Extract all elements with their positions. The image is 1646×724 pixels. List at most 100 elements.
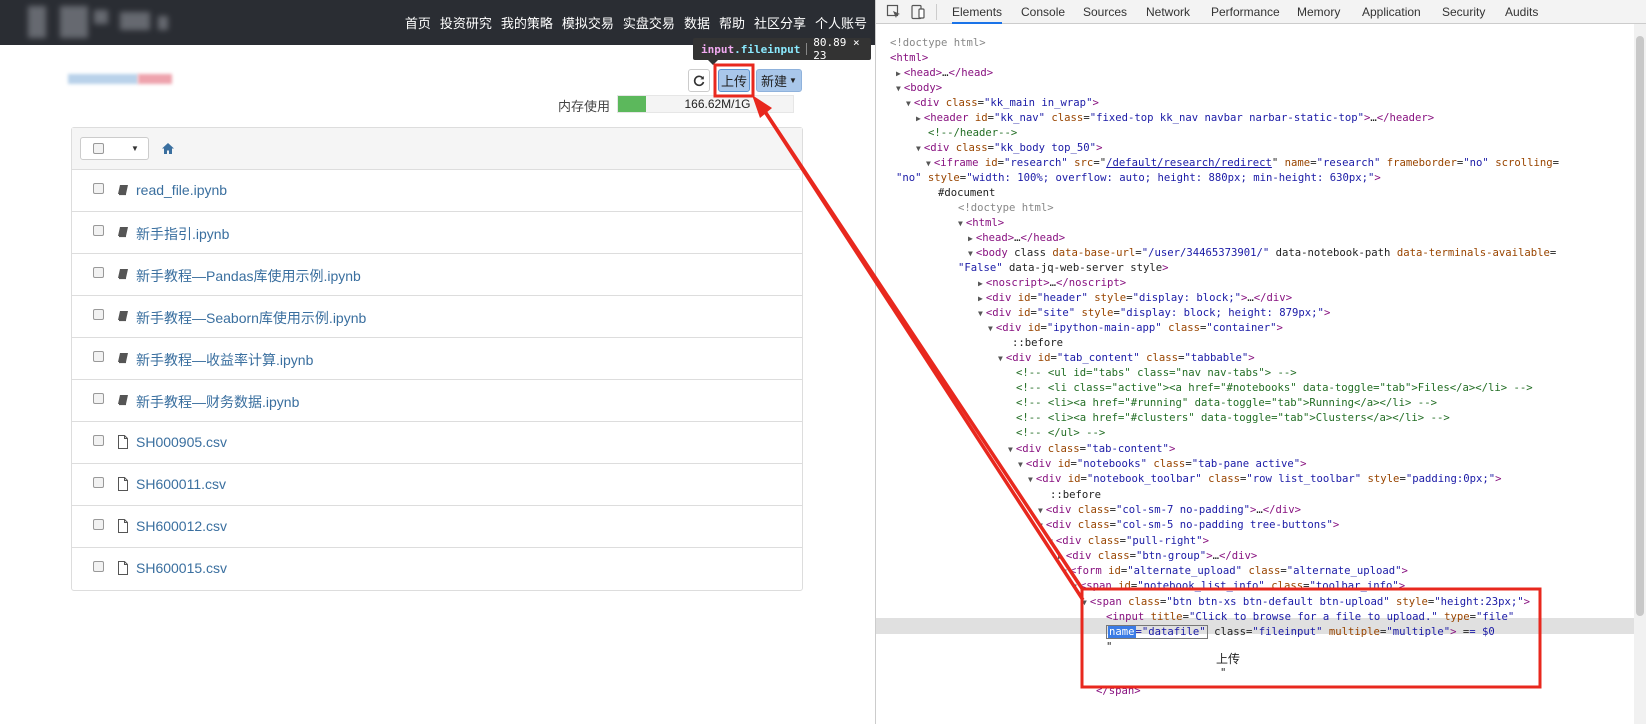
dom-node-line[interactable]: <input title="Click to browse for a file…	[1106, 610, 1514, 625]
scrollbar-thumb[interactable]	[1636, 36, 1644, 616]
dom-node-line[interactable]: <!-- <li><a href="#clusters" data-toggle…	[1016, 411, 1450, 426]
nav-link-account[interactable]: 个人账号	[815, 13, 867, 32]
dom-node-line[interactable]: ▼ <body class data-base-url="/user/344653…	[968, 246, 1556, 261]
dom-node-line[interactable]: ▼ <span id="notebook_list_info" class="to…	[1072, 579, 1405, 594]
file-name-link[interactable]: 新手教程—财务数据.ipynb	[136, 392, 299, 412]
dom-node-line[interactable]: ▼ <div class="col-sm-7 no-padding">…</div…	[1038, 503, 1301, 518]
dom-node-line[interactable]: ▶ <head>…</head>	[968, 231, 1065, 246]
file-name-link[interactable]: 新手教程—收益率计算.ipynb	[136, 350, 313, 370]
dom-node-line[interactable]: "False" data-jq-web-server style>	[958, 261, 1169, 276]
file-name-link[interactable]: 新手指引.ipynb	[136, 224, 229, 244]
expand-down-icon[interactable]: ▼	[1048, 537, 1053, 546]
home-icon[interactable]	[161, 142, 175, 155]
tab-audits[interactable]: Audits	[1505, 0, 1538, 24]
inspect-element-icon[interactable]	[886, 4, 902, 20]
nav-link-research[interactable]: 投资研究	[440, 13, 492, 32]
tab-elements[interactable]: Elements	[952, 0, 1003, 24]
file-name-link[interactable]: SH600012.csv	[136, 518, 227, 534]
nav-link-community[interactable]: 社区分享	[754, 13, 806, 32]
expand-down-icon[interactable]: ▼	[1082, 598, 1087, 607]
dom-node-line[interactable]: <!-- <ul id="tabs" class="nav nav-tabs">…	[1016, 366, 1297, 381]
row-checkbox[interactable]	[93, 477, 104, 488]
new-dropdown-button[interactable]: 新建 ▼	[756, 69, 802, 92]
file-row[interactable]: SH000905.csv	[72, 422, 802, 464]
file-row[interactable]: read_file.ipynb	[72, 170, 802, 212]
dom-node-line[interactable]: ▼ <form id="alternate_upload" class="alte…	[1062, 564, 1408, 579]
tab-sources[interactable]: Sources	[1083, 0, 1127, 24]
expand-right-icon[interactable]: ▶	[916, 114, 921, 123]
nav-link-home[interactable]: 首页	[405, 13, 431, 32]
dom-node-line[interactable]: ▼ <div id="ipython-main-app" class="conta…	[988, 321, 1283, 336]
row-checkbox[interactable]	[93, 351, 104, 362]
nav-link-live-trading[interactable]: 实盘交易	[623, 13, 675, 32]
dom-node-line[interactable]: <!doctype html>	[890, 36, 986, 51]
dom-node-line[interactable]: "	[1220, 666, 1226, 681]
dom-node-line[interactable]: ▼ <div class="col-sm-5 no-padding tree-bu…	[1038, 518, 1339, 533]
tab-memory[interactable]: Memory	[1297, 0, 1340, 24]
file-name-link[interactable]: read_file.ipynb	[136, 182, 227, 198]
row-checkbox[interactable]	[93, 225, 104, 236]
nav-link-strategies[interactable]: 我的策略	[501, 13, 553, 32]
tab-network[interactable]: Network	[1146, 0, 1190, 24]
file-row[interactable]: 新手教程—财务数据.ipynb	[72, 380, 802, 422]
file-row[interactable]: 新手教程—收益率计算.ipynb	[72, 338, 802, 380]
dom-node-line[interactable]: ▼ <div id="tab_content" class="tabbable">	[998, 351, 1255, 366]
expand-right-icon[interactable]: ▶	[978, 279, 983, 288]
file-name-link[interactable]: SH000905.csv	[136, 434, 227, 450]
dom-node-line[interactable]: </span>	[1096, 684, 1141, 699]
dom-node-line[interactable]: <!--/header-->	[928, 126, 1017, 141]
row-checkbox[interactable]	[93, 519, 104, 530]
dom-node-line[interactable]: ▶ <head>…</head>	[896, 66, 993, 81]
file-name-link[interactable]: 新手教程—Seaborn库使用示例.ipynb	[136, 308, 366, 328]
expand-right-icon[interactable]: ▶	[978, 294, 983, 303]
file-row[interactable]: 新手指引.ipynb	[72, 212, 802, 254]
dom-node-line[interactable]: #document	[938, 186, 995, 201]
dom-node-line[interactable]: ▼ <div class="kk_main in_wrap">	[906, 96, 1099, 111]
row-checkbox[interactable]	[93, 183, 104, 194]
dom-node-line[interactable]: ▶ <div id="header" style="display: block;…	[978, 291, 1292, 306]
select-all-checkbox[interactable]	[93, 143, 104, 154]
dom-node-line[interactable]: <!-- <li><a href="#running" data-toggle=…	[1016, 396, 1437, 411]
dom-node-line[interactable]: ▶ <noscript>…</noscript>	[978, 276, 1126, 291]
expand-right-icon[interactable]: ▶	[968, 234, 973, 243]
select-all-checkbox-group[interactable]	[80, 137, 123, 160]
dom-node-line[interactable]: name="datafile" class="fileinput" multip…	[1106, 625, 1495, 640]
expand-down-icon[interactable]: ▼	[1038, 506, 1043, 515]
tab-application[interactable]: Application	[1362, 0, 1421, 24]
expand-right-icon[interactable]: ▶	[1058, 552, 1063, 561]
dom-node-line[interactable]: ▶ <header id="kk_nav" class="fixed-top kk…	[916, 111, 1434, 126]
dom-node-line[interactable]: <!doctype html>	[958, 201, 1054, 216]
dom-node-line[interactable]: ▼ <div class="pull-right">	[1048, 534, 1209, 549]
dom-node-line[interactable]: <!-- </ul> -->	[1016, 426, 1105, 441]
expand-down-icon[interactable]: ▼	[1028, 475, 1033, 484]
dom-node-line[interactable]: ▶ <div class="btn-group">…</div>	[1058, 549, 1257, 564]
dom-node-line[interactable]: ▼ <span class="btn btn-xs btn-default btn…	[1082, 595, 1530, 610]
nav-link-help[interactable]: 帮助	[719, 13, 745, 32]
dom-node-line[interactable]: "	[1106, 640, 1112, 655]
expand-down-icon[interactable]: ▼	[1008, 445, 1013, 454]
devtools-scrollbar[interactable]	[1634, 24, 1646, 724]
expand-down-icon[interactable]: ▼	[1062, 567, 1067, 576]
tab-console[interactable]: Console	[1021, 0, 1065, 24]
row-checkbox[interactable]	[93, 435, 104, 446]
expand-down-icon[interactable]: ▼	[926, 159, 931, 168]
dom-node-line[interactable]: 上传	[1216, 652, 1240, 667]
expand-down-icon[interactable]: ▼	[968, 249, 973, 258]
tab-security[interactable]: Security	[1442, 0, 1485, 24]
dom-node-line[interactable]: "no" style="width: 100%; overflow: auto;…	[896, 171, 1381, 186]
device-toolbar-icon[interactable]	[910, 4, 926, 20]
expand-down-icon[interactable]: ▼	[1018, 460, 1023, 469]
file-name-link[interactable]: SH600015.csv	[136, 560, 227, 576]
dom-node-line[interactable]: <html>	[890, 51, 928, 66]
file-row[interactable]: SH600011.csv	[72, 464, 802, 506]
dom-node-line[interactable]: ▼ <div id="notebook_toolbar" class="row l…	[1028, 472, 1502, 487]
row-checkbox[interactable]	[93, 267, 104, 278]
nav-link-data[interactable]: 数据	[684, 13, 710, 32]
expand-down-icon[interactable]: ▼	[978, 309, 983, 318]
file-row[interactable]: 新手教程—Pandas库使用示例.ipynb	[72, 254, 802, 296]
row-checkbox[interactable]	[93, 561, 104, 572]
file-name-link[interactable]: SH600011.csv	[136, 476, 226, 492]
file-row[interactable]: 新手教程—Seaborn库使用示例.ipynb	[72, 296, 802, 338]
file-row[interactable]: SH600012.csv	[72, 506, 802, 548]
expand-down-icon[interactable]: ▼	[906, 99, 911, 108]
